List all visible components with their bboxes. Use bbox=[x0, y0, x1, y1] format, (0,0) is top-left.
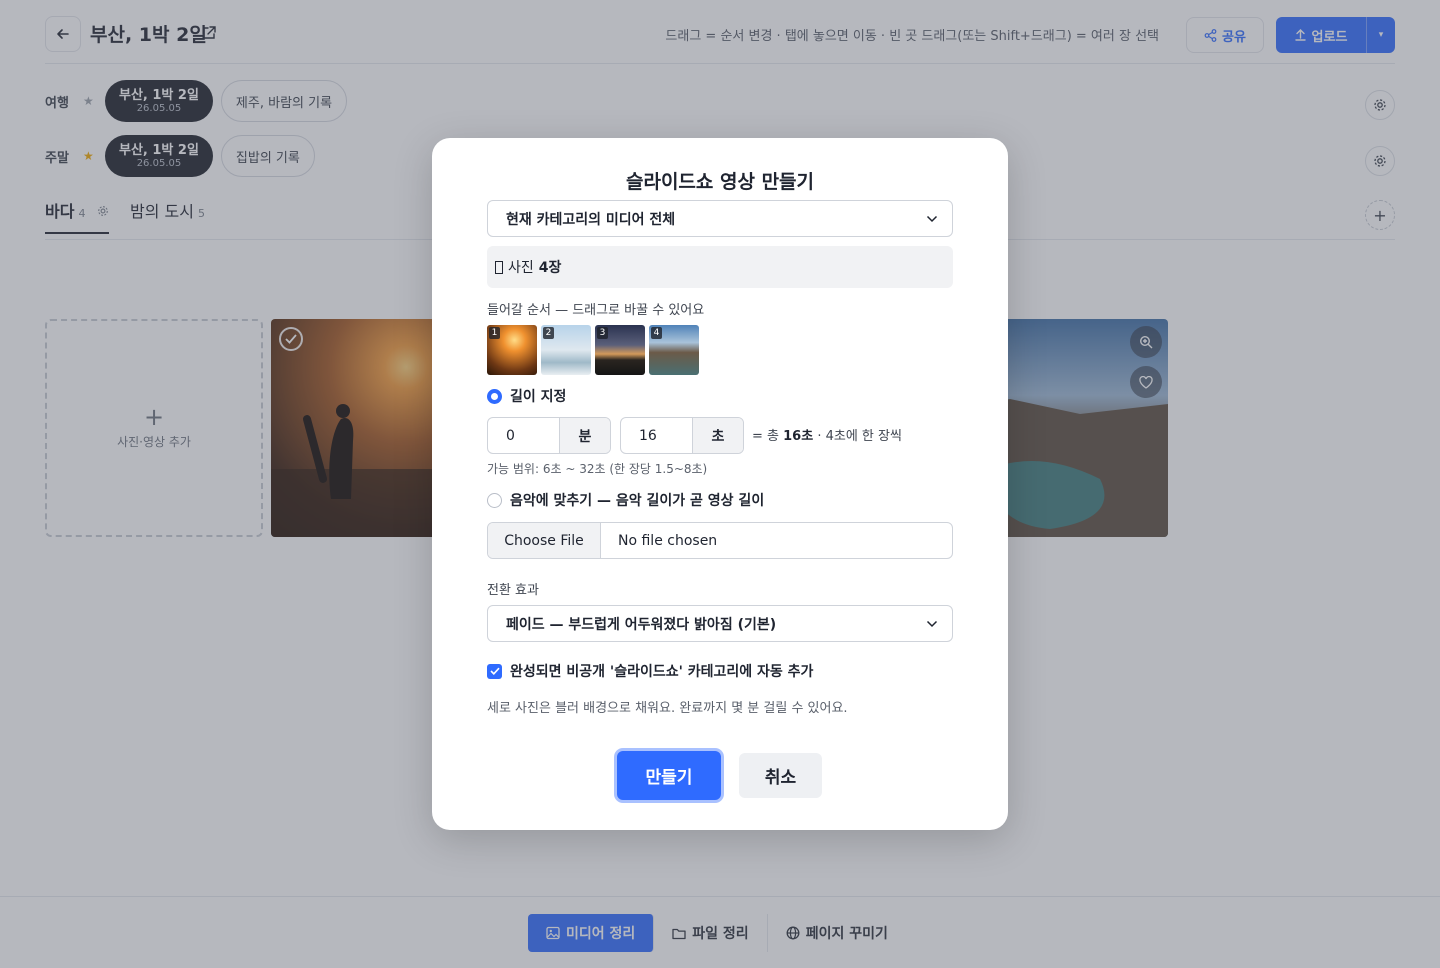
check-icon bbox=[489, 667, 500, 675]
seconds-input-group: 16 초 bbox=[620, 417, 744, 454]
seconds-input[interactable]: 16 bbox=[621, 418, 693, 453]
music-option[interactable]: 음악에 맞추기 — 음악 길이가 곧 영상 길이 bbox=[487, 490, 764, 510]
total-value: 16초 bbox=[783, 429, 814, 444]
checkbox-checked[interactable] bbox=[487, 663, 502, 679]
order-thumb[interactable]: 1 bbox=[487, 325, 537, 375]
create-button[interactable]: 만들기 bbox=[617, 751, 721, 800]
summary-prefix: 사진 bbox=[508, 260, 534, 276]
choose-file-button[interactable]: Choose File bbox=[488, 523, 601, 558]
order-label: 들어갈 순서 — 드래그로 바꿀 수 있어요 bbox=[487, 303, 705, 318]
order-number: 3 bbox=[597, 327, 608, 339]
total-prefix: = 총 bbox=[752, 429, 779, 444]
chevron-down-icon bbox=[926, 215, 938, 222]
order-number: 4 bbox=[651, 327, 662, 339]
music-option-label: 음악에 맞추기 — 음악 길이가 곧 영상 길이 bbox=[510, 493, 765, 509]
dialog-note: 세로 사진은 블러 배경으로 채워요. 완료까지 몇 분 걸릴 수 있어요. bbox=[487, 701, 848, 716]
media-source-select[interactable]: 현재 카테고리의 미디어 전체 bbox=[487, 200, 953, 237]
minutes-input[interactable]: 0 bbox=[488, 418, 560, 453]
auto-add-option[interactable]: 완성되면 비공개 '슬라이드쇼' 카테고리에 자동 추가 bbox=[487, 661, 813, 681]
summary-count: 4장 bbox=[538, 260, 562, 276]
order-number: 2 bbox=[543, 327, 554, 339]
order-thumb[interactable]: 2 bbox=[541, 325, 591, 375]
transition-label: 전환 효과 bbox=[487, 583, 539, 598]
order-number: 1 bbox=[489, 327, 500, 339]
radio-unselected[interactable] bbox=[487, 492, 502, 508]
minutes-input-group: 0 분 bbox=[487, 417, 611, 454]
range-hint: 가능 범위: 6초 ~ 32초 (한 장당 1.5~8초) bbox=[487, 462, 708, 476]
radio-selected[interactable] bbox=[487, 388, 502, 404]
transition-select[interactable]: 페이드 — 부드럽게 어두워졌다 밝아짐 (기본) bbox=[487, 605, 953, 642]
file-status: No file chosen bbox=[618, 532, 718, 549]
music-file-input[interactable]: Choose File No file chosen bbox=[487, 522, 953, 559]
order-thumb[interactable]: 4 bbox=[649, 325, 699, 375]
order-thumb[interactable]: 3 bbox=[595, 325, 645, 375]
media-source-value: 현재 카테고리의 미디어 전체 bbox=[506, 211, 676, 228]
auto-add-label: 완성되면 비공개 '슬라이드쇼' 카테고리에 자동 추가 bbox=[510, 664, 814, 680]
length-option-label: 길이 지정 bbox=[510, 389, 567, 405]
cancel-button[interactable]: 취소 bbox=[739, 753, 822, 798]
total-suffix: · 4초에 한 장씩 bbox=[817, 429, 902, 444]
transition-value: 페이드 — 부드럽게 어두워졌다 밝아짐 (기본) bbox=[506, 616, 777, 633]
slideshow-dialog: 슬라이드쇼 영상 만들기 현재 카테고리의 미디어 전체 사진 4장 들어갈 순… bbox=[432, 138, 1008, 830]
media-summary: 사진 4장 bbox=[487, 246, 953, 288]
order-thumbnails: 1 2 3 4 bbox=[487, 325, 699, 375]
minutes-unit: 분 bbox=[560, 418, 610, 453]
seconds-unit: 초 bbox=[693, 418, 743, 453]
total-length-text: = 총 16초 · 4초에 한 장씩 bbox=[752, 425, 902, 444]
dialog-title: 슬라이드쇼 영상 만들기 bbox=[625, 171, 815, 193]
length-option[interactable]: 길이 지정 bbox=[487, 386, 566, 406]
missing-glyph-icon bbox=[495, 260, 503, 274]
chevron-down-icon bbox=[926, 620, 938, 627]
